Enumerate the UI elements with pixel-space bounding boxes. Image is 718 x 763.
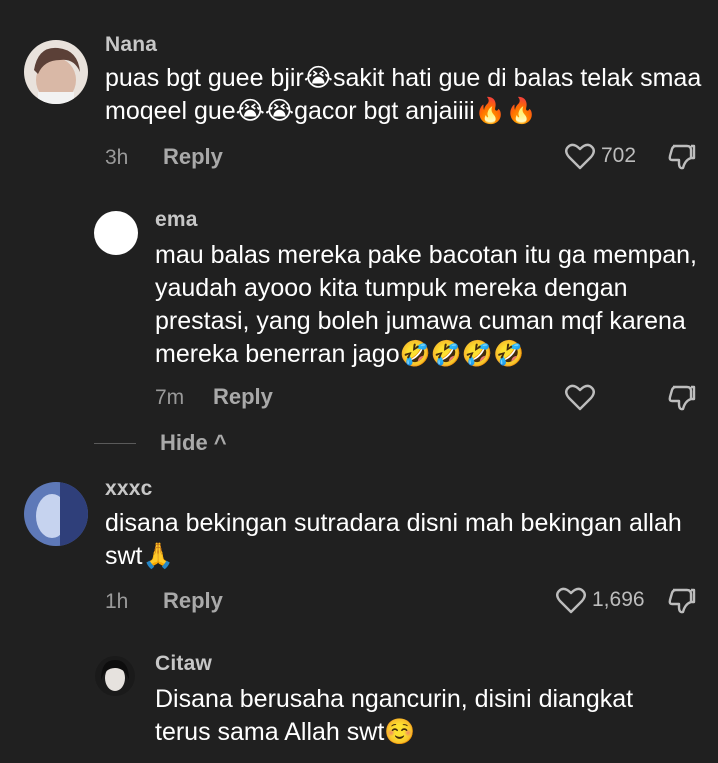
comment-text: puas bgt guee bjir😭sakit hati gue di bal… bbox=[105, 64, 709, 125]
comment-text: Disana berusaha ngancurin, disini diangk… bbox=[155, 685, 641, 746]
avatar[interactable] bbox=[95, 656, 135, 696]
thumbs-down-icon[interactable] bbox=[667, 142, 697, 172]
comment-text: mau balas mereka pake bacotan itu ga mem… bbox=[155, 241, 704, 368]
reply-button[interactable]: Reply bbox=[213, 384, 273, 410]
heart-outline-icon[interactable] bbox=[565, 383, 595, 411]
hide-label: Hide ^ bbox=[160, 430, 227, 455]
hide-replies-button[interactable]: Hide ^ bbox=[94, 430, 227, 456]
comment-username[interactable]: ema bbox=[155, 208, 198, 232]
comment-text: disana bekingan sutradara disni mah beki… bbox=[105, 509, 689, 570]
heart-outline-icon bbox=[556, 586, 586, 614]
avatar[interactable] bbox=[24, 482, 88, 546]
comment-timestamp: 1h bbox=[105, 590, 129, 613]
thumbs-down-icon[interactable] bbox=[667, 383, 697, 413]
divider bbox=[94, 442, 136, 444]
comment-timestamp: 7m bbox=[155, 386, 185, 409]
comment-username[interactable]: xxxc bbox=[105, 477, 153, 501]
reply-button[interactable]: Reply bbox=[163, 144, 223, 170]
like-button[interactable]: 702 bbox=[565, 142, 636, 170]
heart-outline-icon bbox=[565, 142, 595, 170]
avatar[interactable] bbox=[24, 40, 88, 104]
like-button[interactable]: 1,696 bbox=[556, 586, 645, 614]
like-count: 702 bbox=[601, 144, 637, 167]
comment-timestamp: 3h bbox=[105, 146, 129, 169]
reply-button[interactable]: Reply bbox=[163, 588, 223, 614]
comment-username[interactable]: Citaw bbox=[155, 652, 212, 676]
avatar[interactable] bbox=[94, 211, 138, 255]
comment-username[interactable]: Nana bbox=[105, 33, 157, 57]
thumbs-down-icon[interactable] bbox=[667, 586, 697, 616]
like-count: 1,696 bbox=[592, 588, 645, 611]
